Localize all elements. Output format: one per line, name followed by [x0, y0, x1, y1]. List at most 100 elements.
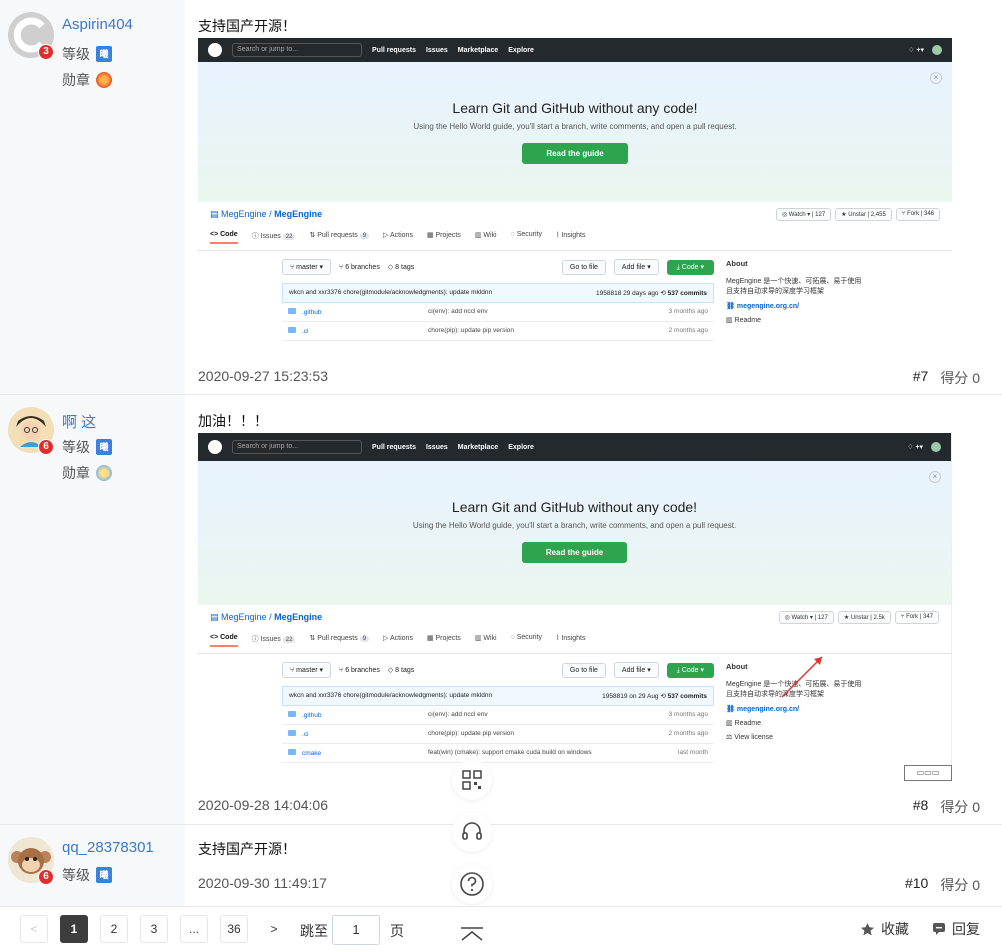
post-image[interactable]: Search or jump to... Pull requests Issue… — [198, 433, 952, 781]
prev-page-button[interactable]: < — [20, 915, 48, 943]
github-search: Search or jump to... — [232, 440, 362, 454]
post-date: 2020-09-27 15:23:53 — [198, 368, 328, 384]
jump-page-input[interactable]: 1 — [332, 915, 380, 945]
level-badge-icon[interactable]: 曦 — [96, 439, 112, 455]
reply-label: 回复 — [952, 921, 980, 937]
level-badge-icon[interactable]: 曦 — [96, 46, 112, 62]
repo-header: ▤ MegEngine / MegEngine ◎ Watch ▾ | 127 … — [198, 202, 952, 251]
repo-body: ⑂ master ▾ ⑂ 6 branches ◇ 8 tags Go to f… — [198, 251, 952, 341]
comment-icon — [933, 923, 945, 935]
profile-icon — [931, 442, 941, 452]
level-label: 等级 — [62, 46, 90, 62]
customer-service-button[interactable] — [452, 812, 492, 852]
user-panel: 3 Aspirin404 等级 曦 勋章 — [0, 0, 185, 394]
github-logo-icon — [208, 43, 222, 57]
pagination-bar: < 1 2 3 ... 36 > 跳至 1 页 收藏 回复 — [0, 906, 1002, 952]
post-score: 得分 0 — [940, 799, 980, 815]
level-row: 等级 曦 — [62, 44, 112, 64]
star-icon — [861, 922, 874, 935]
post-floor: #8 得分 0 — [913, 797, 980, 817]
star-button: ★ Unstar | 2,455 — [835, 208, 892, 221]
level-label: 等级 — [62, 439, 90, 455]
medal-label: 勋章 — [62, 465, 90, 481]
medal-icon[interactable] — [96, 465, 112, 481]
reply-button[interactable]: 回复 — [932, 919, 980, 939]
next-page-button[interactable]: > — [260, 915, 288, 943]
username[interactable]: 啊 这 — [62, 411, 96, 432]
username[interactable]: Aspirin404 — [62, 16, 133, 33]
hero-title: Learn Git and GitHub without any code! — [452, 100, 698, 116]
qrcode-icon — [462, 770, 482, 790]
repo-tabs: <> Code ⓘ Issues 22 ⇅ Pull requests 9 ▷ … — [210, 231, 940, 244]
medal-label: 勋章 — [62, 72, 90, 88]
level-label: 等级 — [62, 867, 90, 883]
post-score: 得分 0 — [940, 877, 980, 893]
post-text: 支持国产开源！ — [198, 18, 296, 34]
question-icon — [460, 872, 484, 896]
github-hero: × Learn Git and GitHub without any code!… — [198, 461, 951, 605]
user-panel: 6 qq_28378301 等级 曦 — [0, 825, 185, 906]
favorite-button[interactable]: 收藏 — [860, 919, 909, 939]
page-label: 页 — [390, 923, 404, 939]
github-navbar: Search or jump to... Pull requests Issue… — [198, 38, 952, 62]
github-logo-icon — [208, 440, 222, 454]
years-badge: 6 — [38, 869, 54, 885]
medal-row: 勋章 — [62, 463, 112, 483]
profile-icon — [932, 45, 942, 55]
watermark-stamp: ▭▭▭ — [904, 765, 952, 781]
post-score: 得分 0 — [940, 370, 980, 386]
floor-number[interactable]: #7 — [913, 368, 929, 388]
post-8: 6 啊 这 等级 曦 勋章 加油！！！ Search or jump to...… — [0, 395, 1002, 825]
page-36-button[interactable]: 36 — [220, 915, 248, 943]
back-to-top-button[interactable] — [452, 917, 492, 951]
close-icon: × — [929, 471, 941, 483]
github-search: Search or jump to... — [232, 43, 362, 57]
post-floor: #7 得分 0 — [913, 368, 980, 388]
page-ellipsis: ... — [180, 915, 208, 943]
hero-sub: Using the Hello World guide, you'll star… — [413, 122, 737, 131]
post-date: 2020-09-30 11:49:17 — [198, 875, 327, 891]
gh-nav-pulls: Pull requests — [372, 46, 416, 54]
page-2-button[interactable]: 2 — [100, 915, 128, 943]
username[interactable]: qq_28378301 — [62, 839, 154, 856]
years-badge: 3 — [38, 44, 54, 60]
gh-nav-marketplace: Marketplace — [457, 46, 499, 54]
forum-thread: 3 Aspirin404 等级 曦 勋章 支持国产开源！ Search or j… — [0, 0, 1002, 952]
repo-path: ▤ MegEngine / MegEngine — [210, 209, 323, 219]
fork-button: ⑂ Fork | 346 — [895, 208, 940, 221]
help-button[interactable] — [452, 864, 492, 904]
gh-nav-issues: Issues — [425, 46, 448, 54]
headset-icon — [462, 822, 482, 840]
floor-number[interactable]: #10 — [905, 875, 928, 895]
watch-button: ◎ Watch ▾ | 127 — [775, 208, 832, 221]
post-7: 3 Aspirin404 等级 曦 勋章 支持国产开源！ Search or j… — [0, 0, 1002, 395]
qrcode-button[interactable] — [452, 760, 492, 800]
post-text: 支持国产开源！ — [198, 841, 296, 857]
post-text: 加油！！！ — [198, 413, 268, 429]
medal-row: 勋章 — [62, 70, 112, 90]
floor-number[interactable]: #8 — [913, 797, 929, 817]
favorite-label: 收藏 — [881, 921, 909, 937]
level-row: 等级 曦 — [62, 437, 112, 457]
post-floor: #10 得分 0 — [905, 875, 980, 895]
medal-icon[interactable] — [96, 72, 112, 88]
level-row: 等级 曦 — [62, 865, 112, 885]
page-1-button[interactable]: 1 — [60, 915, 88, 943]
chevron-up-icon — [461, 927, 483, 941]
user-panel: 6 啊 这 等级 曦 勋章 — [0, 395, 185, 824]
jump-label: 跳至 — [300, 923, 328, 939]
bell-icon: ♢ +▾ — [908, 47, 924, 54]
post-date: 2020-09-28 14:04:06 — [198, 797, 328, 813]
read-guide-button: Read the guide — [522, 143, 628, 164]
github-navbar: Search or jump to... Pull requests Issue… — [198, 433, 951, 461]
red-arrow-annotation — [781, 656, 823, 698]
level-badge-icon[interactable]: 曦 — [96, 867, 112, 883]
close-icon: × — [930, 72, 942, 84]
page-3-button[interactable]: 3 — [140, 915, 168, 943]
gh-nav-explore: Explore — [508, 46, 534, 54]
github-hero: × Learn Git and GitHub without any code!… — [198, 62, 952, 202]
years-badge: 6 — [38, 439, 54, 455]
post-10: 6 qq_28378301 等级 曦 支持国产开源！ 2020-09-30 11… — [0, 825, 1002, 906]
bell-icon: ♢ +▾ — [907, 444, 923, 451]
post-image[interactable]: Search or jump to... Pull requests Issue… — [198, 38, 952, 352]
